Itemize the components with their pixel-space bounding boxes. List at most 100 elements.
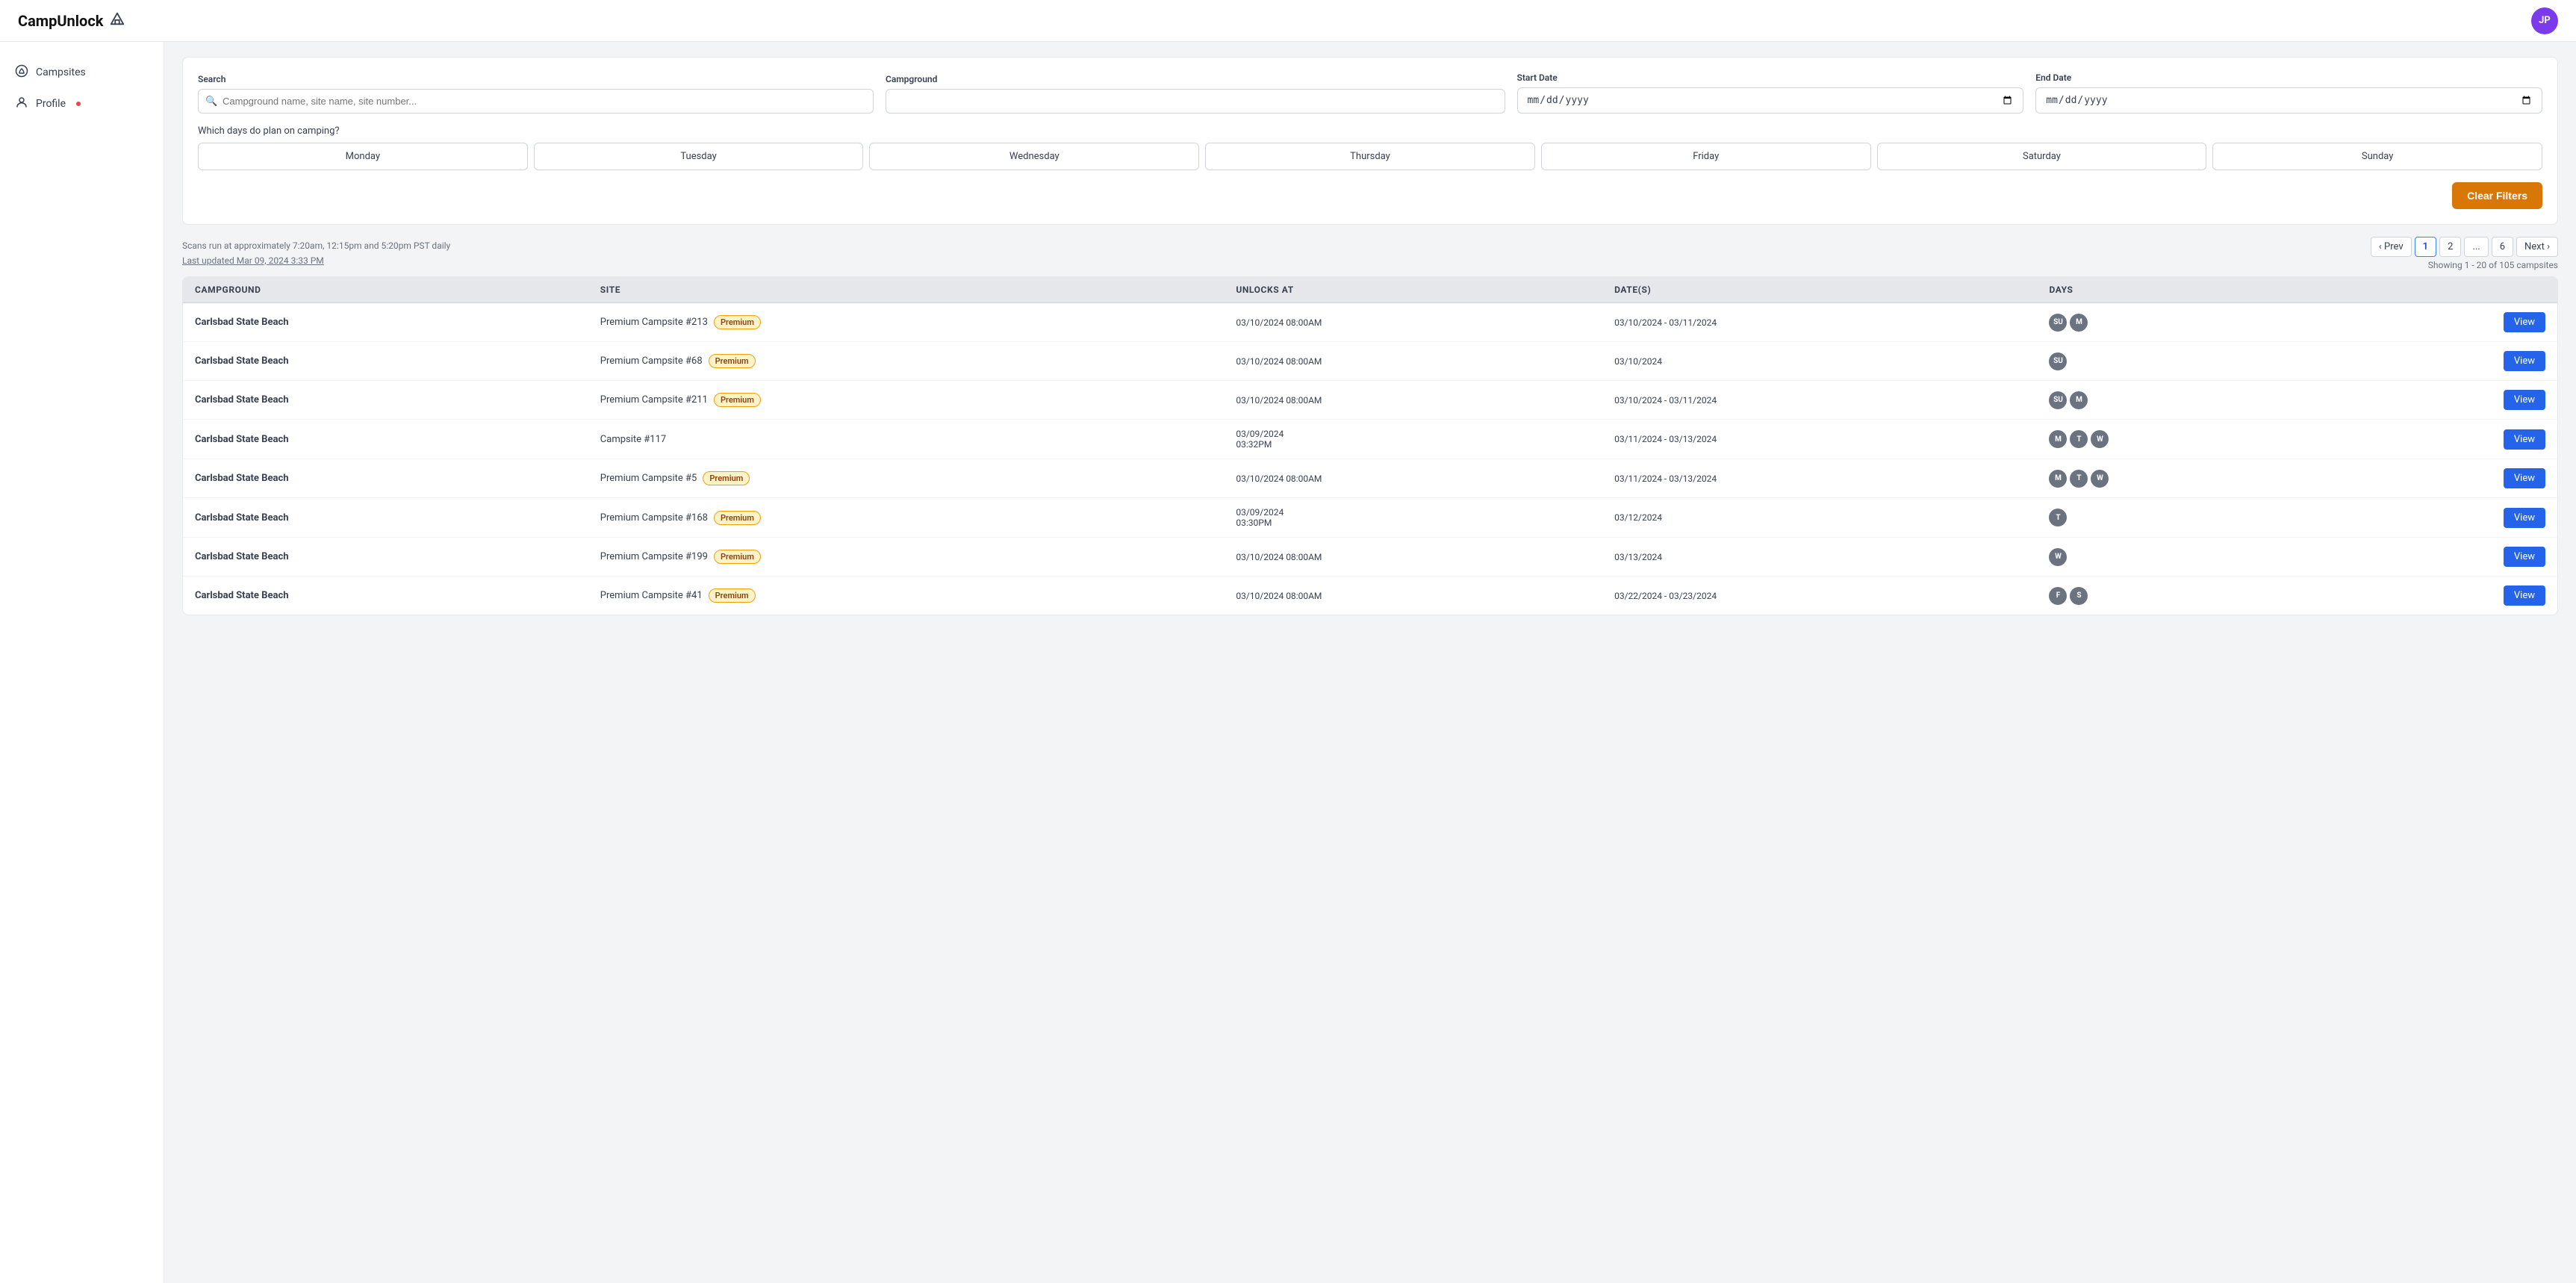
- user-avatar[interactable]: JP: [2531, 7, 2558, 34]
- sidebar-item-campsites[interactable]: Campsites: [0, 57, 164, 88]
- site-name: Premium Campsite #199: [600, 551, 708, 562]
- site-name: Campsite #117: [600, 434, 666, 445]
- site-name: Premium Campsite #5: [600, 473, 697, 484]
- premium-badge: Premium: [714, 511, 761, 525]
- table-row: Carlsbad State Beach Premium Campsite #21…: [183, 381, 2557, 420]
- site-cell: Premium Campsite #41 Premium: [588, 577, 1225, 615]
- view-button[interactable]: View: [2504, 312, 2545, 332]
- days-cell: FS: [2037, 577, 2330, 615]
- sidebar: Campsites Profile: [0, 42, 164, 1283]
- site-cell: Premium Campsite #213Premium: [588, 303, 1225, 342]
- campground-name: Carlsbad State Beach: [195, 394, 289, 406]
- day-button-wednesday[interactable]: Wednesday: [869, 143, 1199, 170]
- day-button-monday[interactable]: Monday: [198, 143, 528, 170]
- view-button[interactable]: View: [2504, 351, 2545, 371]
- dates-cell: 03/12/2024: [1602, 498, 2037, 538]
- sidebar-item-label: Campsites: [36, 66, 86, 78]
- clear-filters-row: Clear Filters: [198, 182, 2542, 209]
- scan-info: Scans run at approximately 7:20am, 12:15…: [182, 239, 450, 267]
- view-button-cell: View: [2330, 538, 2557, 577]
- view-button-cell: View: [2330, 381, 2557, 420]
- unlocks-at-cell: 03/10/2024 08:00AM: [1224, 538, 1602, 577]
- table-column-header: [2330, 277, 2557, 303]
- day-circle: SU: [2049, 391, 2067, 409]
- view-button[interactable]: View: [2504, 429, 2545, 450]
- site-name: Premium Campsite #211: [600, 394, 708, 406]
- start-date-input[interactable]: [1517, 87, 2024, 114]
- day-button-friday[interactable]: Friday: [1541, 143, 1871, 170]
- site-cell: Premium Campsite #199Premium: [588, 538, 1225, 577]
- table-column-header: DAYS: [2037, 277, 2330, 303]
- pagination-next[interactable]: Next ›: [2516, 237, 2558, 257]
- filters-section: Search 🔍 Campground All Campgrounds Star…: [182, 57, 2558, 225]
- day-circle: T: [2070, 430, 2088, 448]
- last-updated-link[interactable]: Last updated Mar 09, 2024 3:33 PM: [182, 255, 324, 266]
- search-input[interactable]: [198, 89, 874, 114]
- days-cell: SUM: [2037, 303, 2330, 342]
- days-section: Which days do plan on camping? MondayTue…: [198, 125, 2542, 170]
- view-button-cell: View: [2330, 342, 2557, 381]
- dates-cell: 03/10/2024 - 03/11/2024: [1602, 303, 2037, 342]
- campground-name: Carlsbad State Beach: [195, 512, 289, 524]
- dates-cell: 03/10/2024: [1602, 342, 2037, 381]
- tent-logo-icon: [109, 10, 125, 31]
- campground-name: Carlsbad State Beach: [195, 317, 289, 328]
- table-body: Carlsbad State Beach Premium Campsite #21…: [183, 303, 2557, 615]
- view-button-cell: View: [2330, 420, 2557, 459]
- premium-badge: Premium: [709, 588, 756, 603]
- day-button-thursday[interactable]: Thursday: [1205, 143, 1535, 170]
- end-date-input[interactable]: [2035, 87, 2542, 114]
- campground-input[interactable]: All Campgrounds: [886, 89, 1505, 114]
- view-button[interactable]: View: [2504, 547, 2545, 567]
- site-cell: Campsite #117: [588, 420, 1225, 459]
- unlocks-at-cell: 03/10/2024 08:00AM: [1224, 459, 1602, 498]
- site-cell: Premium Campsite #211Premium: [588, 381, 1225, 420]
- pagination-page-1[interactable]: 1: [2415, 237, 2436, 257]
- site-name: Premium Campsite #68: [600, 355, 703, 367]
- day-button-sunday[interactable]: Sunday: [2212, 143, 2542, 170]
- view-button-cell: View: [2330, 459, 2557, 498]
- notification-dot: [76, 102, 81, 106]
- campground-name: Carlsbad State Beach: [195, 473, 289, 484]
- view-button-cell: View: [2330, 498, 2557, 538]
- search-input-wrapper: 🔍: [198, 89, 874, 114]
- table-column-header: SITE: [588, 277, 1225, 303]
- end-date-label: End Date: [2035, 72, 2542, 83]
- day-circle: M: [2070, 314, 2088, 332]
- days-cell: MTW: [2037, 459, 2330, 498]
- view-button[interactable]: View: [2504, 468, 2545, 488]
- days-cell: T: [2037, 498, 2330, 538]
- sidebar-item-profile[interactable]: Profile: [0, 88, 164, 119]
- view-button[interactable]: View: [2504, 585, 2545, 606]
- showing-text: Showing 1 - 20 of 105 campsites: [2371, 260, 2558, 270]
- start-date-label: Start Date: [1517, 72, 2024, 83]
- site-name: Premium Campsite #41: [600, 590, 703, 601]
- day-circle: M: [2049, 430, 2067, 448]
- clear-filters-button[interactable]: Clear Filters: [2452, 182, 2542, 209]
- table-column-header: CAMPGROUND: [183, 277, 588, 303]
- campsites-table-container: CAMPGROUNDSITEUNLOCKS ATDATE(S)DAYS Carl…: [182, 276, 2558, 615]
- site-cell: Premium Campsite #168Premium: [588, 498, 1225, 538]
- day-circle: W: [2091, 430, 2109, 448]
- site-name: Premium Campsite #213: [600, 317, 708, 328]
- days-cell: MTW: [2037, 420, 2330, 459]
- pagination-page-6[interactable]: 6: [2492, 237, 2513, 257]
- scan-info-line1: Scans run at approximately 7:20am, 12:15…: [182, 239, 450, 253]
- campground-cell: Carlsbad State Beach: [183, 420, 588, 459]
- view-button[interactable]: View: [2504, 508, 2545, 528]
- pagination-page-2[interactable]: 2: [2439, 237, 2461, 257]
- pagination-page-...[interactable]: ...: [2464, 237, 2488, 257]
- days-cell: W: [2037, 538, 2330, 577]
- campground-name: Carlsbad State Beach: [195, 590, 289, 601]
- pagination-prev[interactable]: ‹ Prev: [2371, 237, 2412, 257]
- search-filter-group: Search 🔍: [198, 74, 874, 114]
- campground-name: Carlsbad State Beach: [195, 434, 289, 445]
- day-button-saturday[interactable]: Saturday: [1877, 143, 2207, 170]
- dates-cell: 03/11/2024 - 03/13/2024: [1602, 459, 2037, 498]
- brand: CampUnlock: [18, 10, 125, 31]
- unlocks-at-cell: 03/10/2024 08:00AM: [1224, 577, 1602, 615]
- table-head: CAMPGROUNDSITEUNLOCKS ATDATE(S)DAYS: [183, 277, 2557, 303]
- view-button[interactable]: View: [2504, 390, 2545, 410]
- day-button-tuesday[interactable]: Tuesday: [534, 143, 864, 170]
- dates-cell: 03/22/2024 - 03/23/2024: [1602, 577, 2037, 615]
